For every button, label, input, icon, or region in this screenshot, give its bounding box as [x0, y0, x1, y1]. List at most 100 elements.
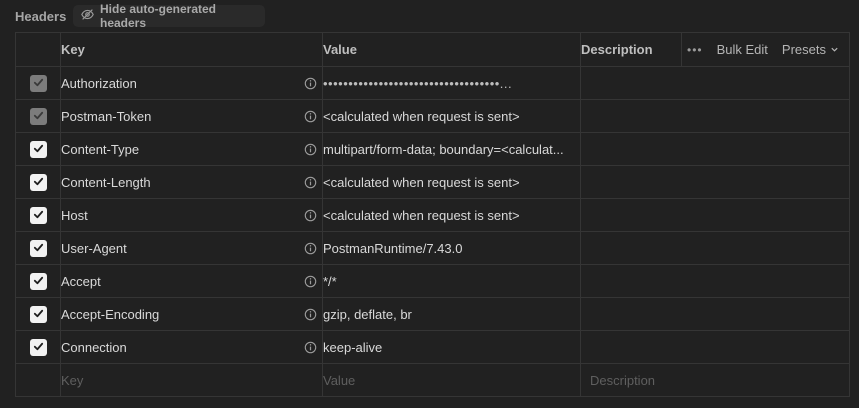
eye-slash-icon	[81, 8, 100, 24]
key-cell[interactable]: Connection	[60, 330, 323, 364]
row-checkbox[interactable]	[29, 107, 47, 125]
row-checkbox-cell	[15, 132, 61, 166]
info-icon[interactable]	[304, 209, 317, 222]
key-cell[interactable]: Authorization	[60, 66, 323, 100]
description-cell[interactable]	[580, 264, 850, 298]
header-key: Host	[61, 207, 88, 223]
headers-title: Headers	[15, 9, 67, 24]
new-header-row: Key Value Description	[15, 363, 850, 397]
key-cell[interactable]: Content-Length	[60, 165, 323, 199]
header-key: User-Agent	[61, 240, 127, 256]
value-cell[interactable]: •••••••••••••••••••••••••••••••••••...	[322, 66, 581, 100]
table-actions: ••• Bulk Edit Presets	[681, 32, 850, 67]
description-cell[interactable]	[580, 99, 850, 133]
info-icon[interactable]	[304, 77, 317, 90]
check-icon	[33, 241, 44, 256]
column-header-description: Description	[580, 32, 682, 67]
description-cell[interactable]	[580, 165, 850, 199]
row-checkbox-cell	[15, 264, 61, 298]
description-cell[interactable]	[580, 330, 850, 364]
header-key: Connection	[61, 339, 127, 355]
description-cell[interactable]	[580, 132, 850, 166]
table-row: Host <calculated when request is sent>	[15, 198, 850, 232]
value-cell[interactable]: <calculated when request is sent>	[322, 99, 581, 133]
row-checkbox-cell	[15, 66, 61, 100]
header-value: •••••••••••••••••••••••••••••••••••...	[323, 75, 513, 91]
row-checkbox-cell	[15, 330, 61, 364]
row-checkbox[interactable]	[29, 140, 47, 158]
info-icon[interactable]	[304, 341, 317, 354]
info-icon[interactable]	[304, 242, 317, 255]
header-value: gzip, deflate, br	[323, 306, 412, 322]
row-checkbox[interactable]	[29, 338, 47, 356]
new-key-input[interactable]: Key	[60, 363, 323, 397]
bulk-edit-button[interactable]: Bulk Edit	[717, 42, 768, 57]
check-icon	[33, 208, 44, 223]
value-cell[interactable]: PostmanRuntime/7.43.0	[322, 231, 581, 265]
new-value-input[interactable]: Value	[322, 363, 581, 397]
header-value: <calculated when request is sent>	[323, 207, 520, 223]
check-icon	[33, 142, 44, 157]
check-icon	[33, 175, 44, 190]
description-cell[interactable]	[580, 66, 850, 100]
key-cell[interactable]: User-Agent	[60, 231, 323, 265]
value-cell[interactable]: multipart/form-data; boundary=<calculat.…	[322, 132, 581, 166]
row-checkbox-cell	[15, 198, 61, 232]
header-key: Content-Length	[61, 174, 151, 190]
info-icon[interactable]	[304, 176, 317, 189]
key-cell[interactable]: Content-Type	[60, 132, 323, 166]
hide-button-label: Hide auto-generated headers	[100, 2, 217, 30]
check-icon	[33, 307, 44, 322]
table-row: Content-Length <calculated when request i…	[15, 165, 850, 199]
value-cell[interactable]: gzip, deflate, br	[322, 297, 581, 331]
table-row: Accept-Encoding gzip, deflate, br	[15, 297, 850, 331]
hide-auto-generated-headers-button[interactable]: Hide auto-generated headers	[73, 2, 265, 30]
headers-toolbar: Headers Hide auto-generated headers	[0, 0, 859, 32]
table-row: Accept */*	[15, 264, 850, 298]
table-row: User-Agent PostmanRuntime/7.43.0	[15, 231, 850, 265]
row-checkbox-cell	[15, 99, 61, 133]
value-cell[interactable]: <calculated when request is sent>	[322, 198, 581, 232]
description-cell[interactable]	[580, 297, 850, 331]
check-icon	[33, 340, 44, 355]
description-cell[interactable]	[580, 198, 850, 232]
description-cell[interactable]	[580, 231, 850, 265]
table-row: Authorization •••••••••••••••••••••••••••…	[15, 66, 850, 100]
row-checkbox-cell	[15, 231, 61, 265]
header-key: Authorization	[61, 75, 137, 91]
table-row: Connection keep-alive	[15, 330, 850, 364]
row-checkbox[interactable]	[29, 239, 47, 257]
value-cell[interactable]: */*	[322, 264, 581, 298]
info-icon[interactable]	[304, 143, 317, 156]
row-checkbox[interactable]	[29, 305, 47, 323]
row-checkbox-cell	[15, 165, 61, 199]
key-cell[interactable]: Postman-Token	[60, 99, 323, 133]
column-header-key: Key	[60, 32, 323, 67]
header-key: Content-Type	[61, 141, 140, 157]
header-value: <calculated when request is sent>	[323, 174, 520, 190]
table-row: Postman-Token <calculated when request is…	[15, 99, 850, 133]
value-cell[interactable]: keep-alive	[322, 330, 581, 364]
column-header-value: Value	[322, 32, 581, 67]
info-icon[interactable]	[304, 308, 317, 321]
key-cell[interactable]: Accept	[60, 264, 323, 298]
value-cell[interactable]: <calculated when request is sent>	[322, 165, 581, 199]
row-checkbox[interactable]	[29, 74, 47, 92]
new-description-input[interactable]: Description	[580, 363, 850, 397]
presets-label: Presets	[781, 42, 826, 57]
check-icon	[33, 274, 44, 289]
key-cell[interactable]: Accept-Encoding	[60, 297, 323, 331]
check-icon	[33, 76, 44, 91]
presets-dropdown[interactable]: Presets	[782, 42, 839, 57]
row-checkbox[interactable]	[29, 272, 47, 290]
row-checkbox[interactable]	[29, 206, 47, 224]
info-icon[interactable]	[304, 110, 317, 123]
chevron-down-icon	[830, 42, 839, 57]
header-value: keep-alive	[323, 339, 383, 355]
info-icon[interactable]	[304, 275, 317, 288]
more-options-button[interactable]: •••	[687, 43, 703, 57]
row-checkbox[interactable]	[29, 173, 47, 191]
key-cell[interactable]: Host	[60, 198, 323, 232]
header-value: PostmanRuntime/7.43.0	[323, 240, 463, 256]
headers-table: Key Value Description ••• Bulk Edit Pres…	[15, 32, 850, 397]
